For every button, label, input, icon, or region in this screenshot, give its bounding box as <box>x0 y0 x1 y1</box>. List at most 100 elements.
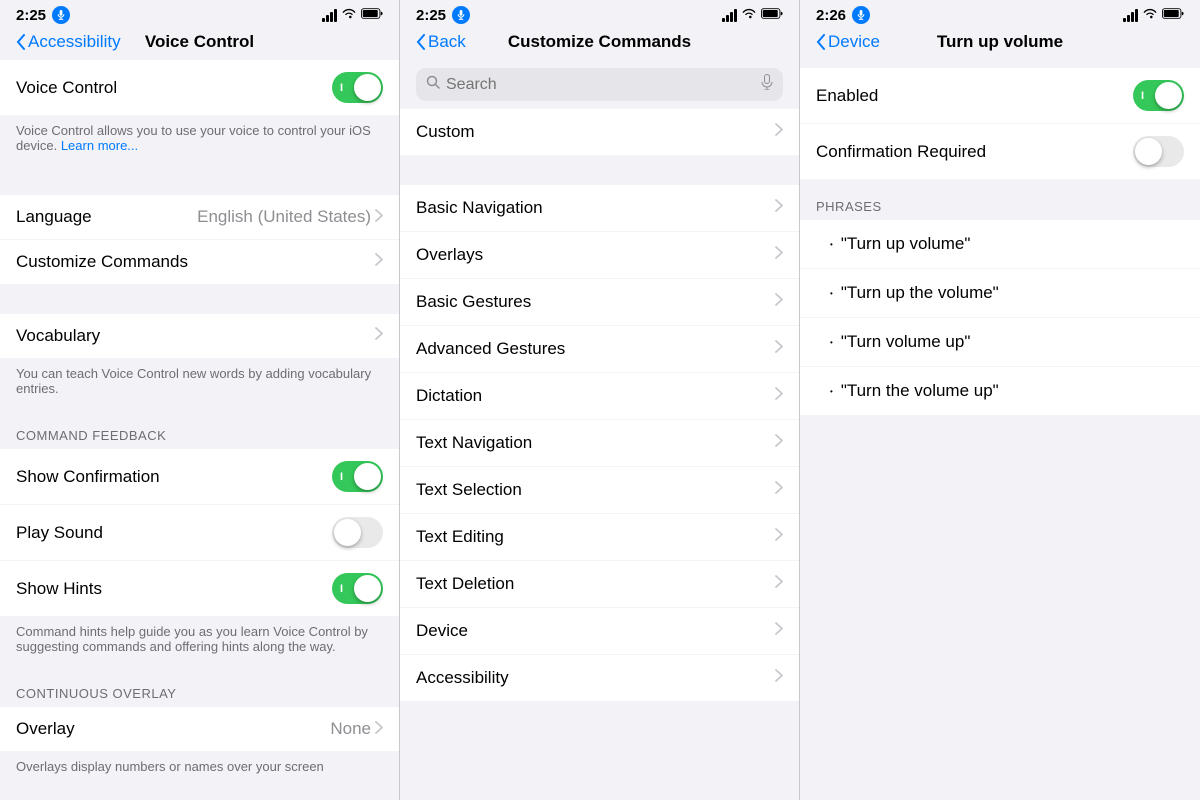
mic-search-icon <box>761 74 773 95</box>
item-chevron-5 <box>775 434 783 452</box>
list-item-dictation[interactable]: Dictation <box>400 373 799 420</box>
back-button-1[interactable]: Accessibility <box>16 32 121 52</box>
item-chevron-3 <box>775 340 783 358</box>
language-value: English (United States) <box>197 207 371 227</box>
back-label-3: Device <box>828 32 880 52</box>
item-chevron-9 <box>775 622 783 640</box>
enabled-toggle[interactable]: I <box>1133 80 1184 111</box>
nav-title-2: Customize Commands <box>508 32 691 52</box>
custom-item[interactable]: Custom <box>400 109 799 155</box>
item-chevron-8 <box>775 575 783 593</box>
search-input[interactable] <box>446 76 755 94</box>
overlay-section: Overlay None <box>0 707 399 751</box>
hints-desc: Command hints help guide you as you lear… <box>0 616 399 666</box>
voice-control-section: Voice Control I <box>0 60 399 115</box>
learn-more-link[interactable]: Learn more... <box>61 138 138 153</box>
vocabulary-row[interactable]: Vocabulary <box>0 314 399 358</box>
customize-label: Customize Commands <box>16 252 188 272</box>
overlay-chevron <box>375 719 383 739</box>
language-value-group: English (United States) <box>197 207 383 227</box>
status-time-3: 2:26 <box>816 7 846 24</box>
phrase-item-1: • "Turn up the volume" <box>800 269 1200 318</box>
search-bar[interactable] <box>416 68 783 101</box>
language-chevron <box>375 207 383 227</box>
overlay-value: None <box>330 719 371 739</box>
battery-icon-2 <box>761 6 783 24</box>
wifi-icon-2 <box>742 6 756 24</box>
enabled-section: Enabled I Confirmation Required <box>800 68 1200 179</box>
phrase-item-0: • "Turn up volume" <box>800 220 1200 269</box>
confirmation-toggle[interactable] <box>1133 136 1184 167</box>
list-item-overlays[interactable]: Overlays <box>400 232 799 279</box>
separator-1 <box>0 165 399 195</box>
item-label-6: Text Selection <box>416 480 522 500</box>
status-time-2: 2:25 <box>416 7 446 24</box>
list-item-basic-navigation[interactable]: Basic Navigation <box>400 185 799 232</box>
item-chevron-2 <box>775 293 783 311</box>
voice-control-desc: Voice Control allows you to use your voi… <box>0 115 399 165</box>
show-confirmation-toggle[interactable]: I <box>332 461 383 492</box>
item-label-7: Text Editing <box>416 527 504 547</box>
back-label-1: Accessibility <box>28 32 121 52</box>
command-feedback-header: COMMAND FEEDBACK <box>0 408 399 449</box>
list-item-accessibility[interactable]: Accessibility <box>400 655 799 701</box>
voice-control-toggle[interactable]: I <box>332 72 383 103</box>
nav-bar-2: Back Customize Commands <box>400 28 799 60</box>
status-time-1: 2:25 <box>16 7 46 24</box>
bullet-1: • <box>830 289 833 298</box>
phrase-text-3: "Turn the volume up" <box>841 381 999 401</box>
phrase-item-2: • "Turn volume up" <box>800 318 1200 367</box>
signal-icon-2 <box>722 9 737 22</box>
wifi-icon-3 <box>1143 6 1157 24</box>
back-button-2[interactable]: Back <box>416 32 466 52</box>
phrase-text-1: "Turn up the volume" <box>841 283 999 303</box>
play-sound-toggle[interactable] <box>332 517 383 548</box>
customize-row[interactable]: Customize Commands <box>0 240 399 284</box>
panel1-scroll: Voice Control I Voice Control allows you… <box>0 60 399 800</box>
list-item-text-navigation[interactable]: Text Navigation <box>400 420 799 467</box>
list-item-text-selection[interactable]: Text Selection <box>400 467 799 514</box>
nav-title-1: Voice Control <box>145 32 254 52</box>
custom-label: Custom <box>416 122 475 142</box>
phrase-text-2: "Turn volume up" <box>841 332 971 352</box>
customize-chevron <box>375 253 383 271</box>
item-label-0: Basic Navigation <box>416 198 543 218</box>
language-label: Language <box>16 207 92 227</box>
panel-voice-control: 2:25 Accessibility Voice Control <box>0 0 400 800</box>
list-item-text-deletion[interactable]: Text Deletion <box>400 561 799 608</box>
custom-chevron <box>775 123 783 141</box>
language-row[interactable]: Language English (United States) <box>0 195 399 240</box>
item-label-4: Dictation <box>416 386 482 406</box>
item-label-5: Text Navigation <box>416 433 532 453</box>
list-item-device[interactable]: Device <box>400 608 799 655</box>
bullet-2: • <box>830 338 833 347</box>
list-item-basic-gestures[interactable]: Basic Gestures <box>400 279 799 326</box>
play-sound-row: Play Sound <box>0 505 399 561</box>
confirmation-row: Confirmation Required <box>800 124 1200 179</box>
status-icons-3 <box>1123 6 1184 24</box>
voice-control-row: Voice Control I <box>0 60 399 115</box>
vocabulary-label: Vocabulary <box>16 326 100 346</box>
list-item-text-editing[interactable]: Text Editing <box>400 514 799 561</box>
list-item-advanced-gestures[interactable]: Advanced Gestures <box>400 326 799 373</box>
back-button-3[interactable]: Device <box>816 32 880 52</box>
phrases-section: • "Turn up volume" • "Turn up the volume… <box>800 220 1200 415</box>
vocabulary-chevron <box>375 327 383 345</box>
custom-section: Custom <box>400 109 799 155</box>
wifi-icon-1 <box>342 6 356 24</box>
list-divider <box>400 155 799 185</box>
status-bar-1: 2:25 <box>0 0 399 28</box>
vocabulary-desc: You can teach Voice Control new words by… <box>0 358 399 408</box>
status-icons-2 <box>722 6 783 24</box>
item-chevron-1 <box>775 246 783 264</box>
continuous-overlay-header: CONTINUOUS OVERLAY <box>0 666 399 707</box>
item-chevron-10 <box>775 669 783 687</box>
phrase-text-0: "Turn up volume" <box>841 234 971 254</box>
panel2-scroll: Custom Basic Navigation Overlays Basic G… <box>400 109 799 800</box>
show-hints-toggle[interactable]: I <box>332 573 383 604</box>
overlay-desc: Overlays display numbers or names over y… <box>0 751 399 786</box>
status-icons-1 <box>322 6 383 24</box>
overlay-row[interactable]: Overlay None <box>0 707 399 751</box>
show-confirmation-label: Show Confirmation <box>16 467 160 487</box>
battery-icon-1 <box>361 6 383 24</box>
